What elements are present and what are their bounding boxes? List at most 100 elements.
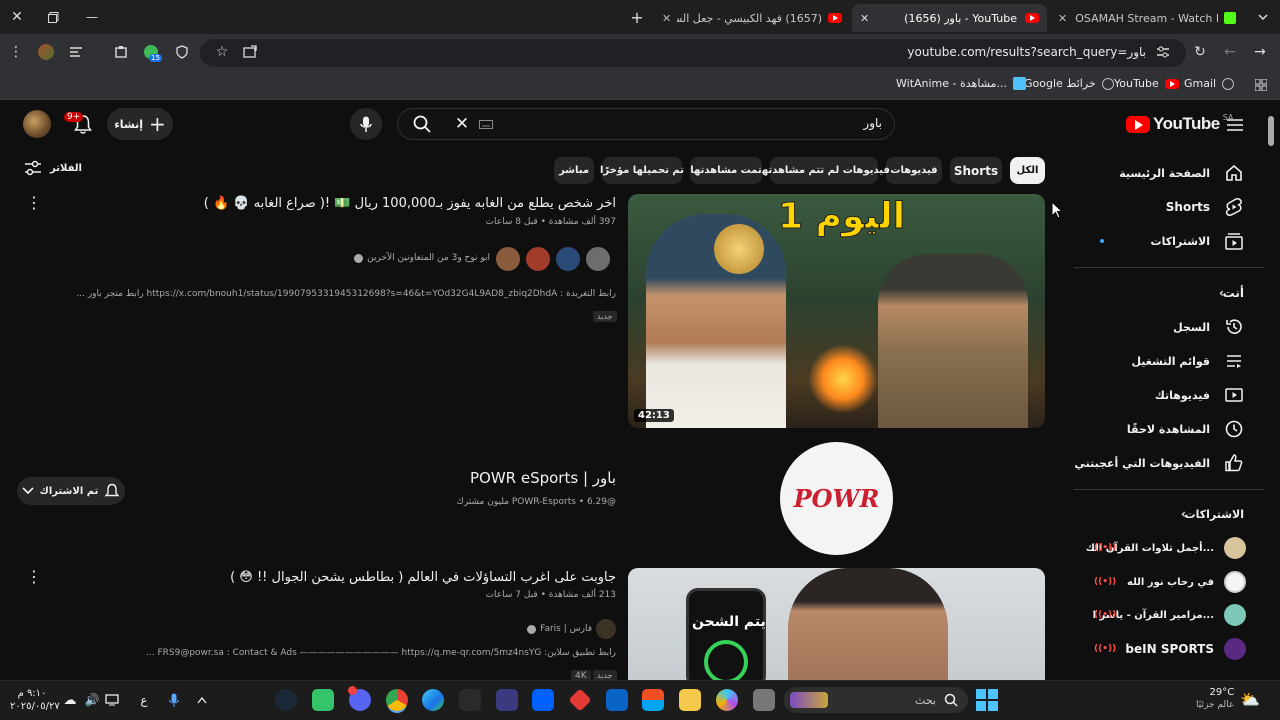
video-title[interactable]: اخر شخص يطلع من الغابه يفوز بـ100,000 ري… xyxy=(200,196,616,211)
youtube-logo[interactable]: YouTube SA xyxy=(1126,113,1233,134)
chip-watched[interactable]: تمت مشاهدتها xyxy=(690,157,762,184)
create-button[interactable]: إنشاء + xyxy=(107,108,173,140)
volume-icon[interactable]: 🔊 xyxy=(84,692,100,708)
channel-title[interactable]: باور | POWR eSports xyxy=(360,469,616,487)
chevron-down-icon xyxy=(22,487,34,495)
chip-videos[interactable]: فيديوهات xyxy=(886,157,942,184)
reload-icon[interactable]: ↻ xyxy=(1192,44,1208,60)
sidebar-item-watch-later[interactable]: المشاهدة لاحقًا xyxy=(1074,412,1280,446)
sidebar-sub-rehab-noor[interactable]: ((•)) في رحاب نور الله xyxy=(1074,567,1280,597)
start-windows-icon[interactable] xyxy=(976,689,998,711)
sidebar-item-liked-videos[interactable]: الفيديوهات التي أعجبتني xyxy=(1074,446,1280,480)
voice-search-icon[interactable] xyxy=(350,108,382,140)
new-badge: جديد xyxy=(593,311,617,322)
file-explorer-icon[interactable] xyxy=(679,689,701,711)
sidebar-sub-quran-recitations[interactable]: ((•)) أجمل تلاوات القرآن الك... xyxy=(1074,533,1280,563)
back-icon[interactable]: → xyxy=(1252,44,1268,60)
restore-window-icon[interactable] xyxy=(44,8,62,26)
sidebar-divider xyxy=(1074,267,1264,268)
chip-shorts[interactable]: Shorts xyxy=(950,157,1002,184)
chrome-icon[interactable] xyxy=(386,689,408,711)
sidebar-you-header[interactable]: أنت ‹ xyxy=(1074,276,1280,310)
tab-osamah-stream[interactable]: ✕ OSAMAH Stream - Watch Live o xyxy=(1052,4,1242,32)
subscribed-button[interactable]: تم الاشتراك xyxy=(17,477,125,505)
channel-line[interactable]: ابو نوح و3 من المتعاونين الآخرين xyxy=(300,253,490,263)
thumbnail-text: يتم الشحن xyxy=(692,614,766,630)
install-app-icon[interactable] xyxy=(242,44,258,60)
weather-widget[interactable]: 29°C عالم جزئيًا ⛅ xyxy=(1196,686,1268,712)
chip-all[interactable]: الكل xyxy=(1010,157,1045,184)
tab-search-icon[interactable] xyxy=(1254,8,1272,26)
sidebar-item-your-videos[interactable]: فيديوهاتك xyxy=(1074,378,1280,412)
store-icon[interactable] xyxy=(642,689,664,711)
clock[interactable]: ٩:١٠ م ٢٠٢٥/٠٥/٢٧ xyxy=(10,687,60,713)
sidebar-item-subscriptions[interactable]: الاشتراكات xyxy=(1074,224,1280,258)
new-tab-icon[interactable]: + xyxy=(628,8,646,27)
chip-live[interactable]: مباشر xyxy=(554,157,594,184)
chevron-left-icon: ‹ xyxy=(1181,507,1186,521)
browser-menu-icon[interactable]: ⋮ xyxy=(8,44,24,60)
epic-games-icon[interactable] xyxy=(459,689,481,711)
app-purple-icon[interactable] xyxy=(496,689,518,711)
sidebar-scrollbar[interactable] xyxy=(1268,116,1274,146)
sidebar-item-shorts[interactable]: Shorts xyxy=(1074,190,1280,224)
close-tab-icon[interactable]: ✕ xyxy=(662,12,671,25)
more-actions-icon[interactable]: ⋮ xyxy=(26,192,42,212)
network-icon[interactable] xyxy=(104,692,120,708)
edge-icon[interactable] xyxy=(422,689,444,711)
bookmark-gmail[interactable]: Gmail xyxy=(1184,77,1235,90)
live-indicator-icon: ((•)) xyxy=(1094,577,1117,587)
forward-icon[interactable]: ← xyxy=(1222,44,1238,60)
sidebar-sub-bein-sports[interactable]: ((•)) beIN SPORTS xyxy=(1074,634,1280,664)
tab-fahad[interactable]: ✕ (1657) فهد الكبيسي - جعل السحاب xyxy=(658,4,848,32)
minimize-window-icon[interactable]: — xyxy=(83,8,101,26)
clear-search-icon[interactable]: ✕ xyxy=(452,114,472,134)
url-text[interactable]: youtube.com/results?search_query=باور xyxy=(800,45,1146,59)
extension-list-icon[interactable] xyxy=(68,44,84,60)
sidebar-item-home[interactable]: الصفحة الرئيسية xyxy=(1074,156,1280,190)
steam-icon[interactable] xyxy=(275,689,297,711)
dropbox-icon[interactable] xyxy=(532,689,554,711)
video-thumbnail[interactable]: اليوم 1 42:13 xyxy=(628,194,1045,428)
video-meta: 213 ألف مشاهدة • قبل 7 ساعات xyxy=(485,590,616,600)
bookmark-witanime[interactable]: WitAnime - مشاهدة... xyxy=(896,77,1026,90)
outlook-icon[interactable] xyxy=(606,689,628,711)
keyboard-icon[interactable] xyxy=(478,117,494,131)
chip-recently-uploaded[interactable]: تم تحميلها مؤخرًا xyxy=(600,157,684,184)
notification-tray-icon[interactable]: ☁ xyxy=(62,692,78,708)
filters-button[interactable]: الفلاتر xyxy=(24,160,82,176)
sidebar-item-history[interactable]: السجل xyxy=(1074,310,1280,344)
more-actions-icon[interactable]: ⋮ xyxy=(26,566,42,586)
search-input[interactable]: باور xyxy=(700,116,882,130)
account-avatar[interactable] xyxy=(23,110,51,138)
sidebar-sub-mazameer[interactable]: ((•)) مزامير القرآن - ياسر ا... xyxy=(1074,600,1280,630)
sidebar-subscriptions-header[interactable]: الاشتراكات ‹ xyxy=(1074,497,1280,531)
bookmark-youtube[interactable]: YouTube xyxy=(1114,77,1179,90)
copilot-icon[interactable] xyxy=(716,689,738,711)
microphone-icon[interactable] xyxy=(166,692,182,708)
video-title[interactable]: جاوبت على اغرب التساؤلات في العالم ( بطا… xyxy=(230,570,616,585)
video-thumbnail[interactable]: يتم الشحن xyxy=(628,568,1045,680)
chevron-up-icon[interactable] xyxy=(194,692,210,708)
input-language[interactable]: ع xyxy=(136,692,152,708)
channel-avatars[interactable] xyxy=(494,245,612,273)
channel-line[interactable]: فارس | Faris xyxy=(420,619,616,639)
close-window-icon[interactable]: ✕ xyxy=(8,8,26,26)
shield-icon[interactable] xyxy=(174,44,190,60)
tab-youtube-active[interactable]: ✕ (1656) باور - YouTube xyxy=(852,4,1047,32)
bookmark-google-maps[interactable]: خرائط Google xyxy=(1024,77,1114,90)
channel-logo[interactable]: POWR xyxy=(780,442,893,555)
sidebar-item-playlists[interactable]: قوائم التشغيل xyxy=(1074,344,1280,378)
bookmark-star-icon[interactable]: ☆ xyxy=(214,44,230,60)
close-tab-icon[interactable]: ✕ xyxy=(1058,12,1067,25)
app-green-icon[interactable] xyxy=(312,689,334,711)
video-duration: 42:13 xyxy=(634,409,674,422)
profile-avatar-icon[interactable] xyxy=(38,44,54,60)
site-settings-icon[interactable] xyxy=(1155,44,1171,60)
close-tab-icon[interactable]: ✕ xyxy=(860,12,869,25)
search-icon[interactable] xyxy=(410,112,434,136)
extensions-puzzle-icon[interactable] xyxy=(113,44,129,60)
task-view-icon[interactable] xyxy=(753,689,775,711)
apps-grid-icon[interactable] xyxy=(1253,77,1269,93)
chip-unwatched[interactable]: فيديوهات لم تتم مشاهدتها xyxy=(758,157,890,184)
